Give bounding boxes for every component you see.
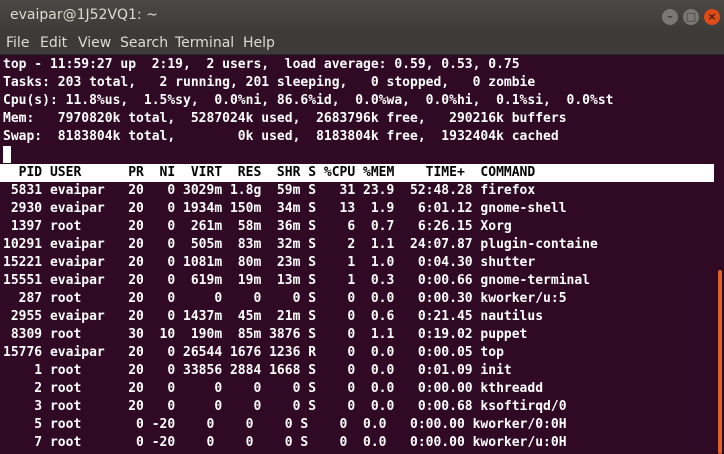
summary-tasks-line: Tasks: 203 total, 2 running, 201 sleepin… bbox=[3, 75, 536, 90]
menu-edit[interactable]: Edit bbox=[40, 35, 67, 51]
terminal-window: evaipar@1J52VQ1: ~ – □ × File Edit View … bbox=[0, 0, 724, 454]
process-row: 287 root 20 0 0 0 0 S 0 0.0 0:00.30 kwor… bbox=[3, 291, 567, 306]
process-row: 15221 evaipar 20 0 1081m 80m 23m S 1 1.0… bbox=[3, 255, 536, 270]
process-row: 10291 evaipar 20 0 505m 83m 32m S 2 1.1 … bbox=[3, 237, 598, 252]
process-row: 7 root 0 -20 0 0 0 S 0 0.0 0:00.00 kwork… bbox=[3, 435, 567, 450]
close-icon[interactable]: × bbox=[704, 9, 720, 25]
process-row: 5831 evaipar 20 0 3029m 1.8g 59m S 31 23… bbox=[3, 183, 536, 198]
menu-view[interactable]: View bbox=[78, 35, 111, 51]
process-table-header: PID USER PR NI VIRT RES SHR S %CPU %MEM … bbox=[3, 165, 536, 180]
process-row: 5 root 0 -20 0 0 0 S 0 0.0 0:00.00 kwork… bbox=[3, 417, 567, 432]
terminal-output[interactable]: top - 11:59:27 up 2:19, 2 users, load av… bbox=[0, 55, 724, 454]
process-row: 2930 evaipar 20 0 1934m 150m 34m S 13 1.… bbox=[3, 201, 567, 216]
window-title: evaipar@1J52VQ1: ~ bbox=[10, 7, 158, 23]
menu-file[interactable]: File bbox=[6, 35, 29, 51]
menu-search[interactable]: Search bbox=[120, 35, 168, 51]
summary-swap-line: Swap: 8183804k total, 0k used, 8183804k … bbox=[3, 129, 559, 144]
process-row: 15776 evaipar 20 0 26544 1676 1236 R 0 0… bbox=[3, 345, 504, 360]
menu-help[interactable]: Help bbox=[243, 35, 275, 51]
process-row: 1397 root 20 0 261m 58m 36m S 6 0.7 6:26… bbox=[3, 219, 512, 234]
title-bar[interactable]: evaipar@1J52VQ1: ~ – □ × bbox=[0, 0, 724, 32]
maximize-icon[interactable]: □ bbox=[683, 9, 699, 25]
menu-bar: File Edit View Search Terminal Help bbox=[0, 32, 724, 55]
summary-top-line: top - 11:59:27 up 2:19, 2 users, load av… bbox=[3, 57, 520, 72]
summary-cpu-line: Cpu(s): 11.8%us, 1.5%sy, 0.0%ni, 86.6%id… bbox=[3, 93, 614, 108]
process-row: 1 root 20 0 33856 2884 1668 S 0 0.0 0:01… bbox=[3, 363, 512, 378]
process-row: 2 root 20 0 0 0 0 S 0 0.0 0:00.00 kthrea… bbox=[3, 381, 544, 396]
process-row: 15551 evaipar 20 0 619m 19m 13m S 1 0.3 … bbox=[3, 273, 590, 288]
scrollbar[interactable] bbox=[718, 270, 722, 454]
process-row: 8309 root 30 10 190m 85m 3876 S 0 1.1 0:… bbox=[3, 327, 528, 342]
summary-mem-line: Mem: 7970820k total, 5287024k used, 2683… bbox=[3, 111, 567, 126]
process-row: 3 root 20 0 0 0 0 S 0 0.0 0:00.68 ksofti… bbox=[3, 399, 567, 414]
terminal-cursor bbox=[3, 146, 11, 163]
process-row: 2955 evaipar 20 0 1437m 45m 21m S 0 0.6 … bbox=[3, 309, 544, 324]
minimize-icon[interactable]: – bbox=[662, 9, 678, 25]
menu-terminal[interactable]: Terminal bbox=[175, 35, 234, 51]
